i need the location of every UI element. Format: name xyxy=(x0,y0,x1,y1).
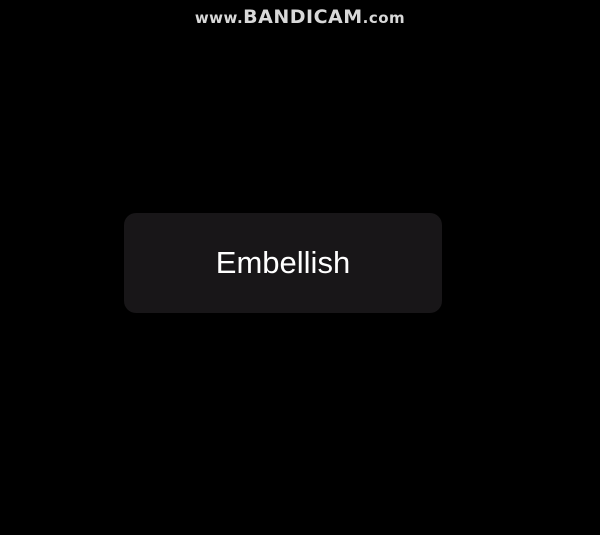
watermark-prefix: www. xyxy=(194,9,244,27)
stage: www.BANDICAM.com Embellish xyxy=(0,0,600,535)
embellish-button-label: Embellish xyxy=(215,245,351,280)
watermark-brand: BANDICAM xyxy=(243,6,363,28)
watermark-suffix: .com xyxy=(362,9,406,27)
embellish-button[interactable]: Embellish xyxy=(124,213,442,313)
bandicam-watermark: www.BANDICAM.com xyxy=(0,6,600,28)
